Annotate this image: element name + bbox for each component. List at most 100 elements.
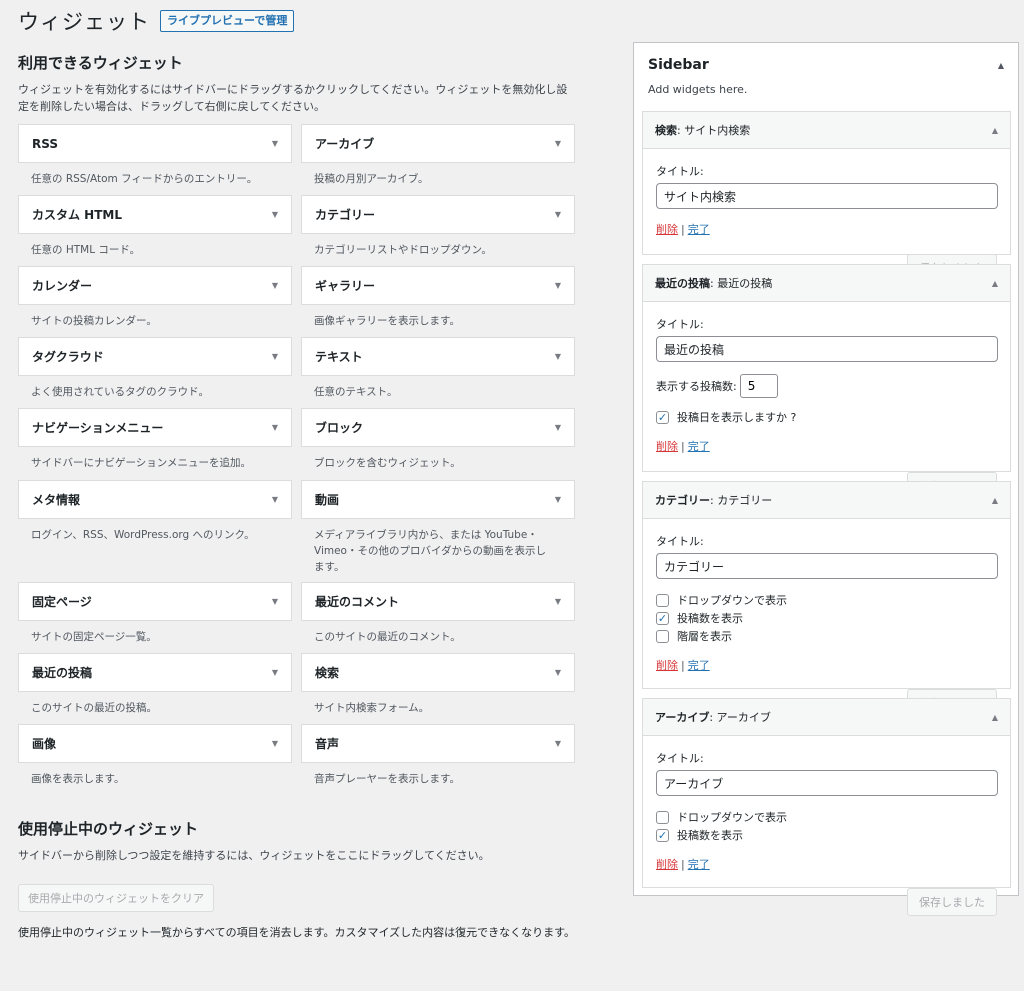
caret-down-icon[interactable]: ▼ [272,423,278,432]
widget-item[interactable]: 検索 ▼ サイト内検索フォーム。 [301,653,575,716]
live-preview-button[interactable]: ライブプレビューで管理 [160,10,295,32]
widget-item[interactable]: テキスト ▼ 任意のテキスト。 [301,337,575,400]
dropdown-option[interactable]: ドロップダウンで表示 [656,591,997,609]
widget-box[interactable]: タグクラウド ▼ [18,337,292,376]
widget-box[interactable]: 最近のコメント ▼ [301,582,575,621]
checkbox-checked-icon[interactable]: ✓ [656,828,669,842]
show-date-option[interactable]: ✓ 投稿日を表示しますか ? [656,408,997,426]
widget-box[interactable]: アーカイブ ▼ [301,124,575,163]
widget-header[interactable]: 検索: サイト内検索 ▲ [643,112,1010,149]
caret-up-icon[interactable]: ▲ [992,496,998,505]
widget-box[interactable]: カレンダー ▼ [18,266,292,305]
widget-name: カテゴリー [315,208,376,222]
widget-box[interactable]: ナビゲーションメニュー ▼ [18,408,292,447]
delete-link[interactable]: 削除 [656,659,678,672]
caret-down-icon[interactable]: ▼ [555,597,561,606]
done-link[interactable]: 完了 [688,858,710,871]
widget-box[interactable]: メタ情報 ▼ [18,480,292,519]
checkbox-icon[interactable] [656,629,669,643]
delete-link[interactable]: 削除 [656,858,678,871]
widget-name: カレンダー [32,279,93,293]
caret-down-icon[interactable]: ▼ [555,668,561,677]
widget-name: タグクラウド [32,350,104,364]
widget-item[interactable]: ブロック ▼ ブロックを含むウィジェット。 [301,408,575,471]
widget-title: アーカイブ: アーカイブ [655,711,771,724]
show-count-option[interactable]: ✓ 投稿数を表示 [656,826,997,844]
widget-header[interactable]: カテゴリー: カテゴリー ▲ [643,482,1010,519]
delete-link[interactable]: 削除 [656,440,678,453]
widget-header[interactable]: アーカイブ: アーカイブ ▲ [643,699,1010,736]
widget-item[interactable]: 画像 ▼ 画像を表示します。 [18,724,292,787]
delete-link[interactable]: 削除 [656,223,678,236]
done-link[interactable]: 完了 [688,440,710,453]
hierarchy-option[interactable]: 階層を表示 [656,627,997,645]
caret-up-icon[interactable]: ▲ [992,713,998,722]
widget-box[interactable]: 最近の投稿 ▼ [18,653,292,692]
clear-inactive-button[interactable]: 使用停止中のウィジェットをクリア [18,884,214,912]
done-link[interactable]: 完了 [688,223,710,236]
widget-box[interactable]: 固定ページ ▼ [18,582,292,621]
done-link[interactable]: 完了 [688,659,710,672]
widget-item[interactable]: アーカイブ ▼ 投稿の月別アーカイブ。 [301,124,575,187]
widget-actions: 削除 | 完了 [656,440,710,453]
widget-item[interactable]: ナビゲーションメニュー ▼ サイドバーにナビゲーションメニューを追加。 [18,408,292,471]
widget-box[interactable]: 音声 ▼ [301,724,575,763]
widget-item[interactable]: カテゴリー ▼ カテゴリーリストやドロップダウン。 [301,195,575,258]
caret-down-icon[interactable]: ▼ [272,352,278,361]
caret-down-icon[interactable]: ▼ [272,210,278,219]
caret-down-icon[interactable]: ▼ [555,281,561,290]
caret-down-icon[interactable]: ▼ [272,597,278,606]
widget-box[interactable]: ブロック ▼ [301,408,575,447]
sidebar-header[interactable]: Sidebar ▲ Add widgets here. [648,57,1004,96]
title-input[interactable] [656,553,998,579]
widget-item[interactable]: ギャラリー ▼ 画像ギャラリーを表示します。 [301,266,575,329]
checkbox-checked-icon[interactable]: ✓ [656,611,669,625]
widget-box[interactable]: 画像 ▼ [18,724,292,763]
widget-name: 音声 [315,737,340,751]
widget-item[interactable]: 固定ページ ▼ サイトの固定ページ一覧。 [18,582,292,645]
widget-box[interactable]: 動画 ▼ [301,480,575,519]
caret-up-icon[interactable]: ▲ [998,61,1004,70]
caret-down-icon[interactable]: ▼ [555,495,561,504]
widget-box[interactable]: カスタム HTML ▼ [18,195,292,234]
title-input[interactable] [656,183,998,209]
widget-box[interactable]: RSS ▼ [18,124,292,163]
dropdown-option[interactable]: ドロップダウンで表示 [656,808,997,826]
widget-box[interactable]: ギャラリー ▼ [301,266,575,305]
checkbox-checked-icon[interactable]: ✓ [656,410,669,424]
caret-down-icon[interactable]: ▼ [272,668,278,677]
widget-box[interactable]: カテゴリー ▼ [301,195,575,234]
checkbox-icon[interactable] [656,593,669,607]
title-input[interactable] [656,336,998,362]
caret-down-icon[interactable]: ▼ [555,210,561,219]
caret-down-icon[interactable]: ▼ [555,423,561,432]
widget-item[interactable]: メタ情報 ▼ ログイン、RSS、WordPress.org へのリンク。 [18,480,292,543]
caret-down-icon[interactable]: ▼ [272,281,278,290]
checkbox-icon[interactable] [656,810,669,824]
caret-down-icon[interactable]: ▼ [555,352,561,361]
post-count-input[interactable] [739,374,778,398]
caret-down-icon[interactable]: ▼ [272,739,278,748]
widget-header[interactable]: 最近の投稿: 最近の投稿 ▲ [643,265,1010,302]
widget-box[interactable]: テキスト ▼ [301,337,575,376]
widget-box[interactable]: 検索 ▼ [301,653,575,692]
caret-up-icon[interactable]: ▲ [992,279,998,288]
caret-down-icon[interactable]: ▼ [555,139,561,148]
saved-button[interactable]: 保存しました [907,888,997,916]
widget-title: 最近の投稿: 最近の投稿 [655,277,773,290]
caret-down-icon[interactable]: ▼ [272,139,278,148]
widget-item[interactable]: カレンダー ▼ サイトの投稿カレンダー。 [18,266,292,329]
widget-item[interactable]: RSS ▼ 任意の RSS/Atom フィードからのエントリー。 [18,124,292,187]
widget-item[interactable]: 最近の投稿 ▼ このサイトの最近の投稿。 [18,653,292,716]
show-count-option[interactable]: ✓ 投稿数を表示 [656,609,997,627]
widget-item[interactable]: 動画 ▼ メディアライブラリ内から、または YouTube・Vimeo・その他のプ… [301,480,575,575]
caret-down-icon[interactable]: ▼ [555,739,561,748]
caret-up-icon[interactable]: ▲ [992,126,998,135]
widget-item[interactable]: カスタム HTML ▼ 任意の HTML コード。 [18,195,292,258]
widget-desc: ログイン、RSS、WordPress.org へのリンク。 [31,529,255,541]
widget-item[interactable]: 音声 ▼ 音声プレーヤーを表示します。 [301,724,575,787]
widget-item[interactable]: タグクラウド ▼ よく使用されているタグのクラウド。 [18,337,292,400]
caret-down-icon[interactable]: ▼ [272,495,278,504]
widget-item[interactable]: 最近のコメント ▼ このサイトの最近のコメント。 [301,582,575,645]
title-input[interactable] [656,770,998,796]
